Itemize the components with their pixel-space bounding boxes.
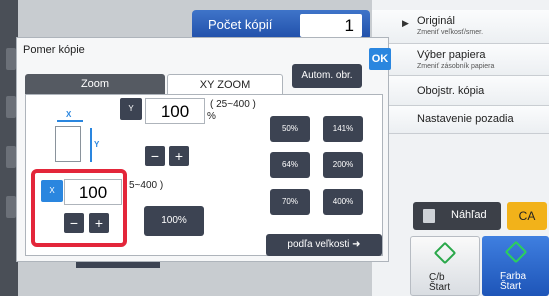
menu-background-title: Nastavenie pozadia (417, 113, 514, 125)
preset-141-button[interactable]: 141% (323, 116, 363, 142)
menu-duplex-title: Obojstr. kópia (417, 85, 485, 97)
bw-start-label: C/b Štart (429, 272, 451, 293)
arrow-right-icon: ▶ (402, 18, 409, 28)
y-range-text: ( 25~400 ) (210, 99, 256, 110)
y-minus-button[interactable]: − (145, 146, 165, 166)
preview-button[interactable]: Náhľad (413, 202, 501, 230)
copies-bar: Počet kópií 1 (192, 10, 370, 40)
x-axis-badge[interactable]: X (41, 180, 63, 202)
preset-50-button[interactable]: 50% (270, 116, 310, 142)
preset-200-button[interactable]: 200% (323, 152, 363, 178)
x-minus-button[interactable]: − (64, 213, 84, 233)
diagram-y-label: Y (94, 140, 100, 149)
y-unit-text: % (207, 111, 216, 122)
color-start-label: Farba Štart (500, 271, 527, 292)
by-size-button[interactable]: podľa veľkosti ➜ (266, 234, 382, 256)
preset-400-button[interactable]: 400% (323, 189, 363, 215)
left-strip-tab[interactable] (6, 196, 16, 218)
preset-70-button[interactable]: 70% (270, 189, 310, 215)
menu-paper-select[interactable]: Výber papiera Zmeniť zásobník papiera (372, 44, 549, 76)
menu-paper-title: Výber papiera (417, 49, 486, 61)
start-icon (504, 240, 528, 264)
page-shape (55, 126, 81, 162)
left-strip-tab[interactable] (6, 146, 16, 168)
dialog-title: Pomer kópie (23, 44, 85, 56)
copies-input[interactable]: 1 (300, 14, 362, 37)
auto-image-button[interactable]: Autom. obr. (292, 64, 362, 88)
menu-background[interactable]: Nastavenie pozadia (372, 106, 549, 134)
left-strip-tab[interactable] (6, 48, 16, 70)
preset-64-button[interactable]: 64% (270, 152, 310, 178)
tab-zoom[interactable]: Zoom (25, 74, 165, 94)
reset-100-button[interactable]: 100% (144, 206, 204, 236)
menu-original-subtitle: Zmeniť veľkosť/smer. (417, 29, 484, 36)
color-start-button[interactable]: Farba Štart (482, 236, 549, 296)
copy-ratio-dialog: Pomer kópie OK Zoom XY ZOOM Autom. obr. … (16, 37, 391, 262)
bw-start-button[interactable]: C/b Štart (410, 236, 480, 296)
menu-paper-subtitle: Zmeniť zásobník papiera (417, 63, 495, 70)
x-arrow (57, 120, 83, 122)
menu-original[interactable]: ▶ Originál Zmeniť veľkosť/smer. (372, 10, 549, 44)
x-range-text: 5~400 ) (129, 180, 164, 191)
y-value-input[interactable]: 100 (145, 98, 205, 124)
tab-xy-zoom[interactable]: XY ZOOM (167, 74, 283, 94)
menu-original-title: Originál (417, 15, 455, 27)
x-value-input[interactable]: 100 (64, 179, 122, 205)
x-plus-button[interactable]: + (89, 213, 109, 233)
clear-all-button[interactable]: CA (507, 202, 547, 230)
y-arrow (90, 128, 92, 162)
ok-button[interactable]: OK (369, 48, 391, 70)
menu-duplex[interactable]: Obojstr. kópia (372, 76, 549, 106)
preview-label: Náhľad (451, 209, 487, 221)
preview-icon (423, 209, 435, 223)
diagram-x-label: X (66, 110, 72, 119)
left-strip-tab[interactable] (6, 96, 16, 118)
screen: Počet kópií 1 ▶ Originál Zmeniť veľkosť/… (0, 0, 549, 296)
copies-label: Počet kópií (208, 17, 273, 32)
start-icon (433, 241, 457, 265)
y-axis-badge: Y (120, 98, 142, 120)
y-plus-button[interactable]: + (169, 146, 189, 166)
